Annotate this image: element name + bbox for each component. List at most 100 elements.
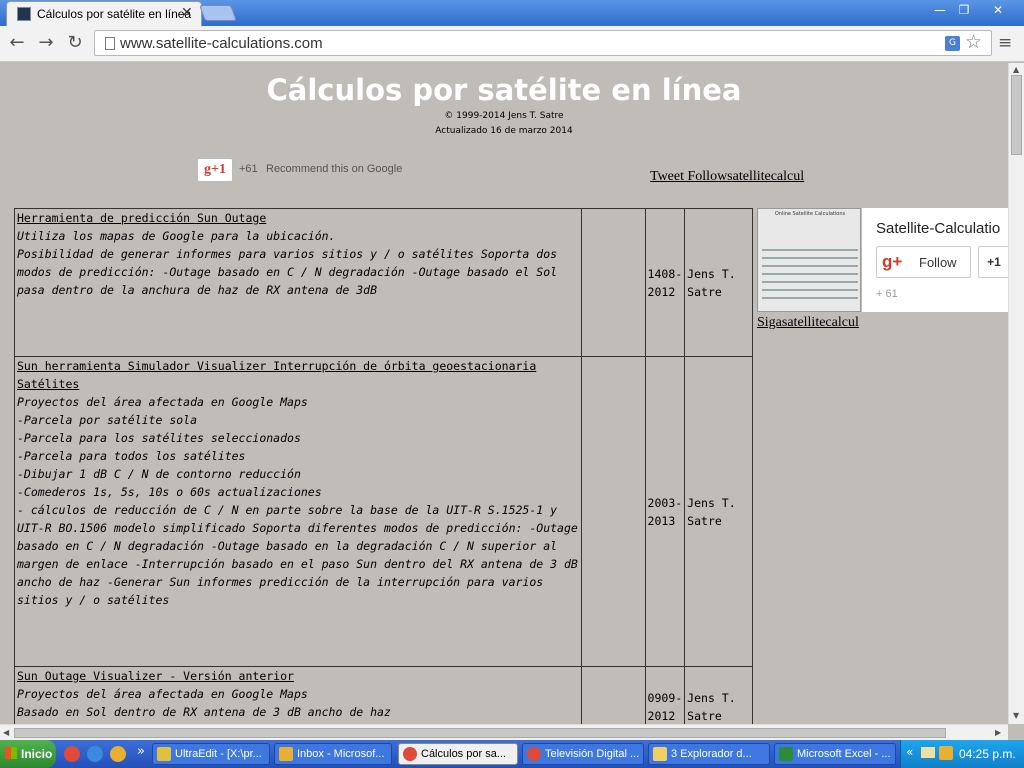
tool-author: Jens T. Satre — [684, 208, 753, 357]
taskbar-item-explorer[interactable]: 3 Explorador d... — [648, 743, 770, 765]
empty-cell — [580, 208, 646, 357]
google-plus-icon: g+ — [882, 252, 903, 271]
forward-button[interactable]: → — [34, 32, 58, 54]
tray-expand-icon[interactable]: « — [906, 745, 913, 759]
mail-tray-icon[interactable] — [921, 747, 935, 758]
outlook-icon — [279, 747, 293, 761]
quicklaunch-chevron[interactable]: » — [137, 744, 145, 759]
page-icon — [105, 37, 115, 50]
scroll-right-icon[interactable]: ▶ — [995, 728, 1001, 737]
siga-follow-link[interactable]: Sigasatellitecalcul — [757, 315, 859, 331]
site-thumbnail[interactable]: Online Satellite Calculations — [757, 208, 861, 312]
clock[interactable]: 04:25 p.m. — [959, 747, 1016, 761]
taskbar-item-label: Televisión Digital ... — [545, 748, 640, 760]
scroll-left-icon[interactable]: ◀ — [3, 728, 9, 737]
tool-line: - cálculos de reducción de C / N en part… — [17, 503, 578, 607]
taskbar-item-tv-digital[interactable]: Televisión Digital ... — [522, 743, 644, 765]
tool-year: 0909-2012 — [644, 666, 686, 724]
outlook-quicklaunch-icon[interactable] — [110, 746, 126, 762]
bookmark-star-icon[interactable]: ☆ — [965, 31, 982, 53]
tool-line: -Dibujar 1 dB C / N de contorno reducció… — [17, 467, 301, 481]
minimize-button[interactable]: — — [928, 2, 952, 18]
tab-active[interactable]: Cálculos por satélite en línea ✕ — [6, 1, 202, 26]
page-title: Cálculos por satélite en línea — [266, 73, 742, 107]
url-text[interactable]: www.satellite-calculations.com — [120, 35, 323, 52]
taskbar-item-outlook[interactable]: Inbox - Microsof... — [274, 743, 392, 765]
tweet-follow-link[interactable]: Tweet Followsatellitecalcul — [650, 169, 804, 185]
tool-line: -Parcela para los satélites seleccionado… — [17, 431, 301, 445]
tool-link[interactable]: Sun Outage Visualizer - Versión anterior — [17, 667, 579, 685]
tool-author: Jens T. Satre — [684, 356, 753, 667]
tool-year: 1408-2012 — [644, 208, 686, 357]
tool-line: Utiliza los mapas de Google para la ubic… — [17, 229, 336, 243]
google-follow-card: Satellite-Calculatio g+ Follow +1 + 61 — [862, 208, 1008, 312]
updated-text: Actualizado 16 de marzo 2014 — [435, 126, 573, 136]
tool-description: Sun Outage Visualizer - Versión anterior… — [14, 666, 582, 724]
reload-button[interactable]: ↻ — [63, 32, 87, 54]
thumbnail-line — [762, 249, 858, 251]
tab-close-icon[interactable]: ✕ — [181, 5, 193, 21]
follow-button[interactable]: g+ Follow — [876, 246, 971, 278]
horizontal-scroll-thumb[interactable] — [14, 728, 946, 738]
thumbnail-line — [762, 257, 858, 259]
windows-logo-icon — [5, 747, 17, 759]
google-recommend-text: Recommend this on Google — [266, 163, 403, 175]
chrome-icon — [527, 747, 541, 761]
close-window-button[interactable]: ✕ — [978, 2, 1018, 18]
address-bar[interactable]: www.satellite-calculations.com G ☆ — [94, 30, 992, 56]
chrome-quicklaunch-icon[interactable] — [64, 746, 80, 762]
thumbnail-line — [762, 297, 858, 299]
table-row: Sun herramienta Simulador Visualizer Int… — [14, 356, 753, 667]
vertical-scrollbar[interactable]: ▲ ▼ — [1008, 63, 1024, 724]
tool-year: 2003-2013 — [644, 356, 686, 667]
google-plus-one-button[interactable]: g+1 — [197, 158, 233, 182]
follow-label: Follow — [919, 255, 957, 270]
ie-quicklaunch-icon[interactable] — [87, 746, 103, 762]
taskbar-item-label: Microsoft Excel - ... — [797, 748, 891, 760]
taskbar-item-ultraedit[interactable]: UltraEdit - [X:\pr... — [152, 743, 270, 765]
tool-line: Posibilidad de generar informes para var… — [17, 247, 558, 297]
scroll-up-icon[interactable]: ▲ — [1013, 65, 1019, 74]
table-row: Sun Outage Visualizer - Versión anterior… — [14, 666, 753, 724]
back-button[interactable]: ← — [5, 32, 29, 54]
translate-icon[interactable]: G — [945, 36, 960, 51]
horizontal-scrollbar[interactable]: ◀ ▶ — [0, 724, 1008, 740]
thumbnail-line — [762, 281, 858, 283]
scroll-down-icon[interactable]: ▼ — [1013, 711, 1019, 720]
vertical-scroll-thumb[interactable] — [1011, 75, 1022, 155]
taskbar: Inicio » UltraEdit - [X:\pr... Inbox - M… — [0, 740, 1024, 768]
follow-page-name[interactable]: Satellite-Calculatio — [876, 220, 1000, 237]
folder-icon — [653, 747, 667, 761]
system-tray: « 04:25 p.m. — [900, 740, 1024, 768]
site-favicon-icon — [17, 7, 31, 21]
tool-line: -Comederos 1s, 5s, 10s o 60s actualizaci… — [17, 485, 322, 499]
tools-table: Herramienta de predicción Sun Outage Uti… — [14, 208, 753, 724]
taskbar-item-label: Inbox - Microsof... — [297, 748, 385, 760]
taskbar-item-label: Cálculos por sa... — [421, 748, 506, 760]
thumbnail-line — [762, 273, 858, 275]
taskbar-item-chrome-active[interactable]: Cálculos por sa... — [398, 743, 518, 765]
outlook-tray-icon[interactable] — [939, 746, 953, 760]
empty-cell — [580, 666, 646, 724]
page-content: Cálculos por satélite en línea © 1999-20… — [0, 63, 1008, 724]
tab-title: Cálculos por satélite en línea — [37, 7, 192, 21]
thumbnail-line — [762, 289, 858, 291]
excel-icon — [779, 747, 793, 761]
start-label: Inicio — [21, 747, 53, 761]
menu-icon[interactable]: ≡ — [998, 33, 1012, 53]
restore-button[interactable]: ❐ — [952, 2, 976, 18]
thumbnail-line — [762, 265, 858, 267]
tool-line: Basado en Sol dentro de RX antena de 3 d… — [17, 705, 391, 719]
tool-line: Proyectos del área afectada en Google Ma… — [17, 395, 308, 409]
plus-one-button[interactable]: +1 — [978, 246, 1008, 278]
tool-link[interactable]: Sun herramienta Simulador Visualizer Int… — [17, 357, 579, 393]
start-button[interactable]: Inicio — [0, 740, 56, 768]
google-plus-count: +61 — [239, 163, 258, 175]
taskbar-item-excel[interactable]: Microsoft Excel - ... — [774, 743, 896, 765]
tool-description: Herramienta de predicción Sun Outage Uti… — [14, 208, 582, 357]
tool-link[interactable]: Herramienta de predicción Sun Outage — [17, 209, 579, 227]
empty-cell — [580, 356, 646, 667]
browser-titlebar: Cálculos por satélite en línea ✕ — ❐ ✕ — [0, 0, 1024, 26]
browser-toolbar: ← → ↻ www.satellite-calculations.com G ☆… — [0, 26, 1024, 62]
new-tab-button[interactable] — [199, 5, 237, 21]
